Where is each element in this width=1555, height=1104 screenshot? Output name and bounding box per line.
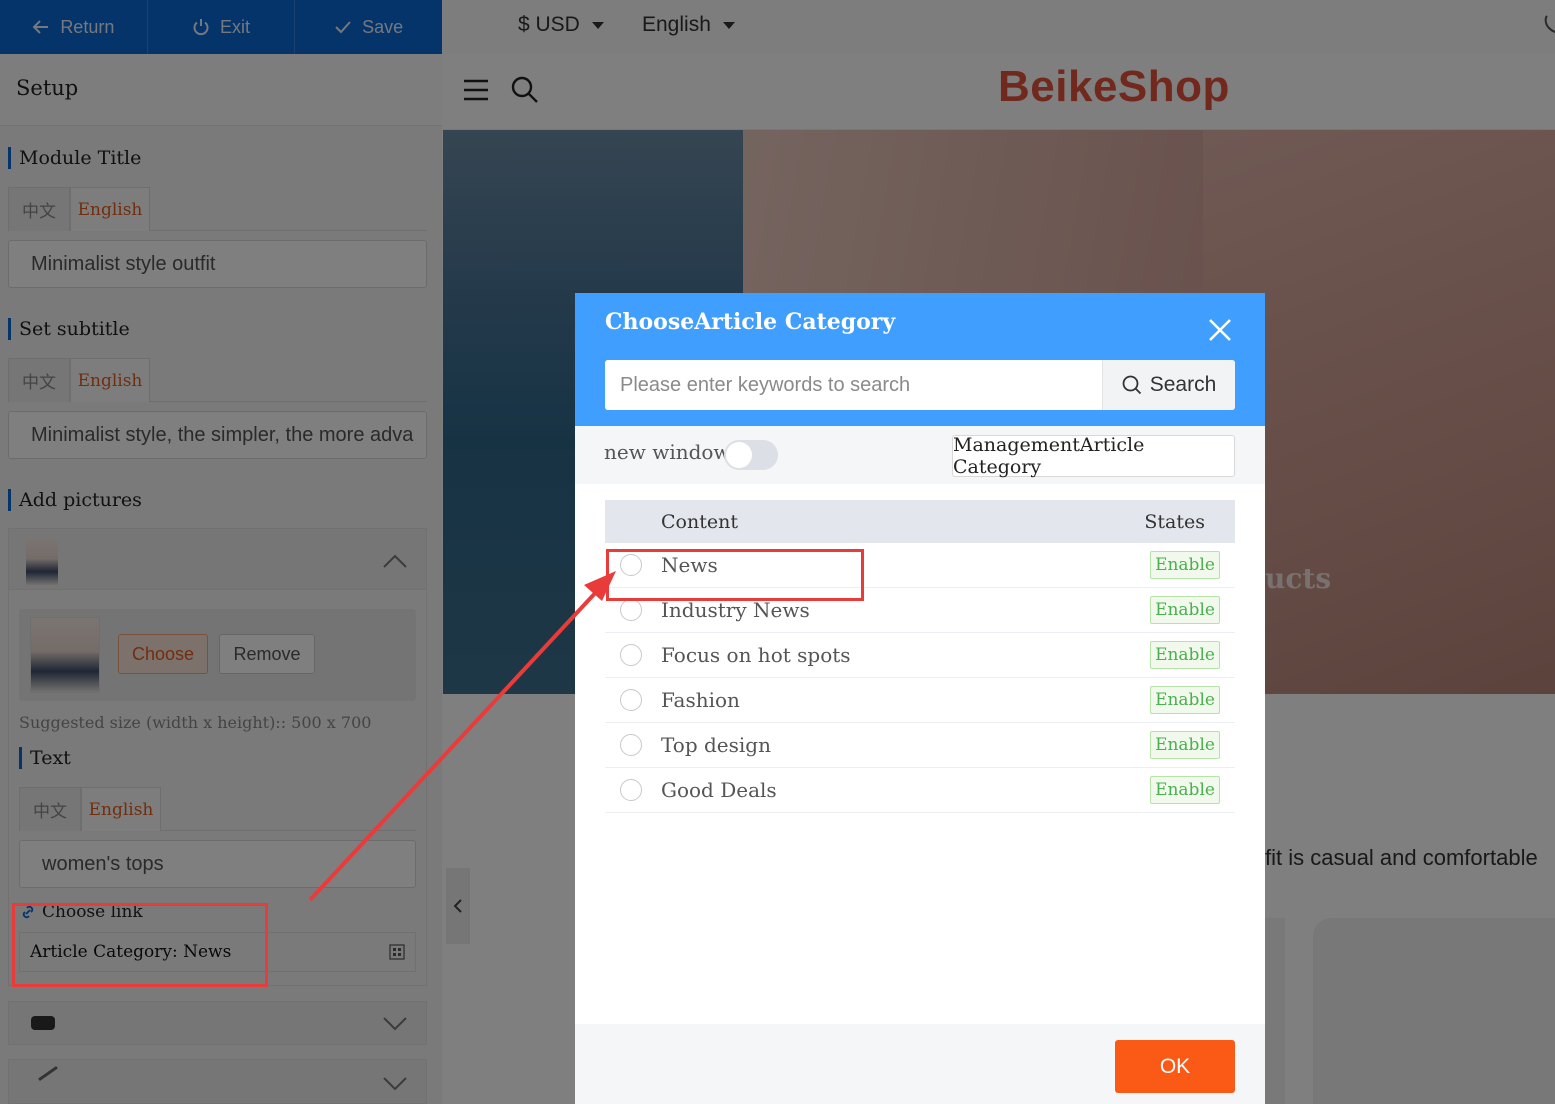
status-badge: Enable [1150, 551, 1220, 579]
table-row[interactable]: Top design Enable [605, 723, 1235, 768]
status-badge: Enable [1150, 596, 1220, 624]
category-table: Content States News Enable Industry News… [605, 500, 1235, 813]
table-row[interactable]: Focus on hot spots Enable [605, 633, 1235, 678]
new-window-label: new window: [604, 440, 738, 464]
row-name: Good Deals [661, 778, 777, 802]
column-states: States [1144, 510, 1205, 533]
modal-title: ChooseArticle Category [605, 309, 896, 335]
status-badge: Enable [1150, 731, 1220, 759]
row-radio[interactable] [620, 734, 642, 756]
row-radio[interactable] [620, 689, 642, 711]
row-name: Top design [661, 733, 771, 757]
row-name: Focus on hot spots [661, 643, 851, 667]
table-header: Content States [605, 500, 1235, 543]
search-icon [1122, 375, 1141, 395]
new-window-toggle[interactable] [724, 440, 778, 470]
modal-footer: OK [575, 1024, 1265, 1104]
modal-options-bar: new window: ManagementArticle Category [575, 426, 1265, 484]
row-name: Fashion [661, 688, 740, 712]
table-row[interactable]: Fashion Enable [605, 678, 1235, 723]
toggle-knob [726, 442, 752, 468]
row-radio[interactable] [620, 644, 642, 666]
highlight-link-field [12, 903, 268, 987]
status-badge: Enable [1150, 641, 1220, 669]
search-button[interactable]: Search [1102, 360, 1235, 410]
column-content: Content [661, 510, 738, 533]
search-input[interactable] [605, 360, 1102, 410]
management-category-button[interactable]: ManagementArticle Category [952, 434, 1235, 478]
row-radio[interactable] [620, 779, 642, 801]
modal-header: ChooseArticle Category Search [575, 293, 1265, 426]
status-badge: Enable [1150, 776, 1220, 804]
row-radio[interactable] [620, 599, 642, 621]
search-button-label: Search [1149, 373, 1217, 396]
table-row[interactable]: Good Deals Enable [605, 768, 1235, 813]
close-icon[interactable] [1207, 317, 1233, 343]
modal-search: Search [605, 360, 1235, 410]
status-badge: Enable [1150, 686, 1220, 714]
choose-article-category-modal: ChooseArticle Category Search new window… [575, 293, 1265, 1104]
ok-button[interactable]: OK [1115, 1040, 1235, 1093]
highlight-news-row [606, 549, 864, 601]
row-name: Industry News [661, 598, 810, 622]
